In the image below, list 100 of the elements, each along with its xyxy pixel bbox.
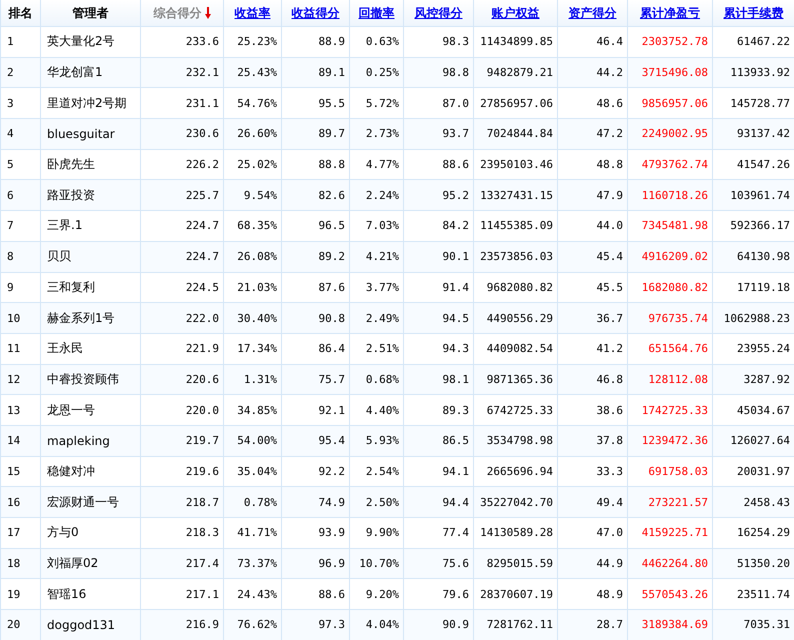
table-cell: 98.8 (404, 58, 474, 88)
table-cell: 2.73% (350, 119, 404, 150)
table-cell: 3715496.08 (628, 58, 713, 88)
table-cell: 89.1 (282, 58, 350, 88)
table-cell: 4462264.80 (628, 548, 713, 580)
table-cell: 赫金系列1号 (41, 303, 141, 334)
table-cell: 2.51% (350, 334, 404, 365)
table-cell: 华龙创富1 (41, 58, 141, 88)
table-cell: 225.7 (141, 180, 224, 212)
sort-link[interactable]: 回撤率 (358, 4, 394, 22)
table-cell: 88.6 (404, 150, 474, 180)
table-cell: 25.23% (224, 27, 282, 58)
table-cell: 4.04% (350, 610, 404, 640)
table-cell: 38.6 (558, 395, 628, 426)
table-cell: 15 (1, 456, 41, 488)
table-cell: 222.0 (141, 303, 224, 334)
table-cell: 30.40% (224, 303, 282, 334)
table-cell: 5.93% (350, 426, 404, 457)
table-cell: 23950103.46 (474, 150, 558, 180)
column-header: 管理者 (72, 4, 108, 22)
table-cell: 88.6 (282, 579, 350, 610)
table-cell: 73.37% (224, 548, 282, 580)
table-cell: 智瑶16 (41, 579, 141, 610)
table-cell: 5570543.26 (628, 579, 713, 610)
table-cell: 232.1 (141, 58, 224, 88)
table-cell: 2303752.78 (628, 27, 713, 58)
table-cell: 54.76% (224, 88, 282, 120)
table-cell: 233.6 (141, 27, 224, 58)
table-cell: 86.4 (282, 334, 350, 365)
table-cell: 44.2 (558, 58, 628, 88)
table-cell: 224.5 (141, 272, 224, 304)
table-cell: 7035.31 (713, 610, 794, 640)
table-cell: 10 (1, 303, 41, 334)
table-cell: 98.3 (404, 27, 474, 58)
table-cell: doggod131 (41, 610, 141, 640)
table-cell: 94.5 (404, 303, 474, 334)
table-cell: 79.6 (404, 579, 474, 610)
sort-link[interactable]: 收益得分 (292, 4, 340, 22)
table-cell: 2665696.94 (474, 456, 558, 488)
table-cell: 220.0 (141, 395, 224, 426)
table-cell: 76.62% (224, 610, 282, 640)
table-cell: 91.4 (404, 272, 474, 304)
table-cell: 9.54% (224, 180, 282, 212)
table-cell: 90.1 (404, 242, 474, 272)
table-cell: 218.7 (141, 487, 224, 518)
table-cell: 1239472.36 (628, 426, 713, 457)
table-cell: 2.24% (350, 180, 404, 212)
table-cell: 4490556.29 (474, 303, 558, 334)
table-cell: 95.5 (282, 88, 350, 120)
table-cell: 4.21% (350, 242, 404, 272)
column-header: 排名 (8, 4, 32, 22)
sort-link[interactable]: 收益率 (234, 4, 270, 22)
table-cell: 75.6 (404, 548, 474, 580)
table-cell: 1160718.26 (628, 180, 713, 212)
sort-link[interactable]: 账户权益 (492, 4, 540, 22)
table-cell: 96.9 (282, 548, 350, 580)
table-cell: 4 (1, 119, 41, 150)
sort-link[interactable]: 累计净盈亏 (640, 4, 700, 22)
table-cell: 7 (1, 211, 41, 242)
table-cell: 9482879.21 (474, 58, 558, 88)
table-cell: 10.70% (350, 548, 404, 580)
table-cell: 5 (1, 150, 41, 180)
table-cell: 5.72% (350, 88, 404, 120)
table-cell: 68.35% (224, 211, 282, 242)
table-cell: 95.4 (282, 426, 350, 457)
table-cell: 稳健对冲 (41, 456, 141, 488)
table-cell: 4409082.54 (474, 334, 558, 365)
table-cell: 75.7 (282, 364, 350, 396)
sort-link[interactable]: 风控得分 (414, 4, 462, 22)
table-cell: 98.1 (404, 364, 474, 396)
table-cell: 11 (1, 334, 41, 365)
sort-link[interactable]: 资产得分 (568, 4, 616, 22)
table-cell: 92.2 (282, 456, 350, 488)
sort-link[interactable]: 累计手续费 (724, 4, 784, 22)
table-cell: 126027.64 (713, 426, 794, 457)
table-cell: 219.6 (141, 456, 224, 488)
table-cell: 13327431.15 (474, 180, 558, 212)
table-cell: 14130589.28 (474, 518, 558, 549)
table-cell: 路亚投资 (41, 180, 141, 212)
table-cell: 21.03% (224, 272, 282, 304)
table-cell: 16 (1, 487, 41, 518)
table-cell: 1 (1, 27, 41, 58)
table-cell: 11455385.09 (474, 211, 558, 242)
table-cell: 2249002.95 (628, 119, 713, 150)
table-cell: 217.4 (141, 548, 224, 580)
table-cell: 8295015.59 (474, 548, 558, 580)
table-cell: 35227042.70 (474, 487, 558, 518)
table-cell: 贝贝 (41, 242, 141, 272)
table-cell: 221.9 (141, 334, 224, 365)
table-cell: 2.49% (350, 303, 404, 334)
table-cell: 86.5 (404, 426, 474, 457)
table-cell: 17119.18 (713, 272, 794, 304)
table-cell: 93.9 (282, 518, 350, 549)
table-cell: 9.20% (350, 579, 404, 610)
table-cell: 128112.08 (628, 364, 713, 396)
table-cell: 47.9 (558, 180, 628, 212)
table-cell: 113933.92 (713, 58, 794, 88)
sort-down-arrow-icon (204, 7, 210, 19)
table-cell: 8 (1, 242, 41, 272)
table-cell: 20 (1, 610, 41, 640)
